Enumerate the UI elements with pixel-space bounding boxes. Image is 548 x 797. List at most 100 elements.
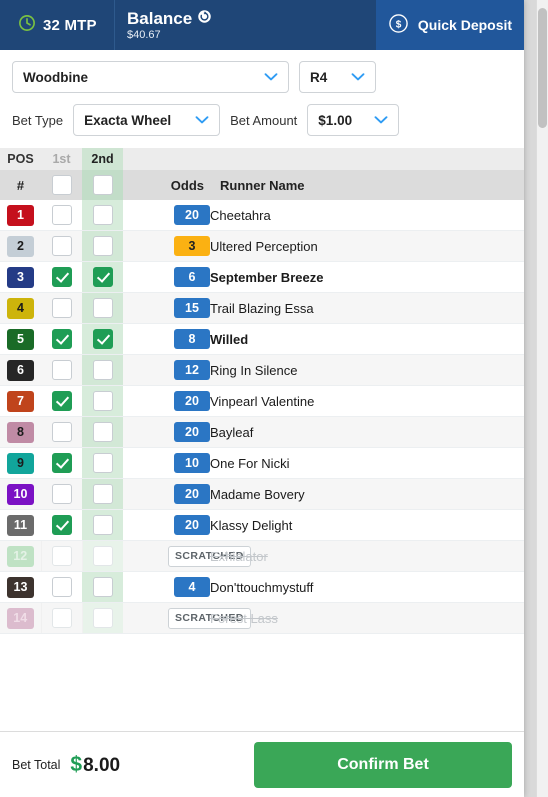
leg2-runner-6-checkbox[interactable] [92,360,113,380]
leg1-runner-6-cell[interactable] [41,354,82,386]
runner-name[interactable]: Exhialator [210,540,524,572]
runner-name[interactable]: Klassy Delight [210,509,524,541]
saddle-cloth-number: 9 [7,452,34,474]
runner-name[interactable]: One For Nicki [210,447,524,479]
runner-name[interactable]: Trail Blazing Essa [210,292,524,324]
mtp-indicator[interactable]: 32 MTP [0,0,115,50]
table-row: 6 12 Ring In Silence [0,354,524,386]
leg2-runner-5-checkbox[interactable] [92,329,113,349]
runner-name[interactable]: Ring In Silence [210,354,524,386]
bet-amount-select[interactable]: $1.00 [307,104,400,136]
leg1-runner-8-checkbox[interactable] [51,422,72,442]
runner-name[interactable]: Don'ttouchmystuff [210,571,524,603]
leg1-runner-7-cell[interactable] [41,385,82,417]
leg1-runner-11-cell[interactable] [41,509,82,541]
leg2-runner-7-cell[interactable] [82,385,123,417]
leg2-runner-9-cell[interactable] [82,447,123,479]
leg1-runner-12-checkbox[interactable] [51,546,72,566]
leg2-runner-8-checkbox[interactable] [92,422,113,442]
leg2-runner-12-checkbox[interactable] [92,546,113,566]
select-all-2nd-checkbox[interactable] [92,175,113,195]
odds-cell: 20 [168,200,210,231]
leg1-runner-12-cell[interactable] [41,540,83,572]
group-header-1st[interactable]: 1st [41,148,82,170]
select-all-1st-checkbox[interactable] [51,175,72,195]
leg1-runner-2-checkbox[interactable] [51,236,72,256]
odds-cell: 12 [168,354,210,386]
leg1-runner-3-checkbox[interactable] [51,267,72,287]
leg2-runner-12-cell[interactable] [82,540,123,572]
leg1-runner-5-checkbox[interactable] [51,329,72,349]
odds-badge: 3 [174,236,210,256]
select-all-2nd-cell[interactable] [82,170,123,200]
leg1-runner-7-checkbox[interactable] [51,391,72,411]
leg2-runner-9-checkbox[interactable] [92,453,113,473]
leg2-runner-2-cell[interactable] [82,230,123,262]
leg2-runner-8-cell[interactable] [82,416,123,448]
leg2-runner-1-cell[interactable] [82,200,123,231]
mtp-label: 32 MTP [43,16,97,34]
odds-badge: 12 [174,360,210,380]
leg2-runner-10-checkbox[interactable] [92,484,113,504]
saddle-cloth-number: 6 [7,359,34,381]
runner-name[interactable]: Madame Bovery [210,478,524,510]
track-select[interactable]: Woodbine [12,61,289,93]
race-select[interactable]: R4 [299,61,376,93]
leg1-runner-14-cell[interactable] [41,602,83,634]
leg1-runner-10-checkbox[interactable] [51,484,72,504]
leg1-runner-1-checkbox[interactable] [51,205,72,225]
runner-name[interactable]: September Breeze [210,261,524,293]
table-row: 2 3 Ultered Perception [0,230,524,262]
leg1-runner-10-cell[interactable] [41,478,82,510]
select-all-1st-cell[interactable] [41,170,82,200]
leg1-runner-13-checkbox[interactable] [51,577,72,597]
leg1-runner-1-cell[interactable] [41,200,82,231]
leg2-runner-10-cell[interactable] [82,478,123,510]
leg1-runner-4-checkbox[interactable] [51,298,72,318]
table-row: 7 20 Vinpearl Valentine [0,385,524,417]
runner-name[interactable]: Vinpearl Valentine [210,385,524,417]
leg1-runner-13-cell[interactable] [41,571,82,603]
leg1-runner-14-checkbox[interactable] [51,608,72,628]
leg1-runner-5-cell[interactable] [41,323,82,355]
row-gap [123,261,168,293]
group-header-2nd[interactable]: 2nd [82,148,123,170]
odds-cell: 15 [168,292,210,324]
bet-type-select[interactable]: Exacta Wheel [73,104,221,136]
leg2-runner-11-cell[interactable] [82,509,123,541]
leg2-runner-2-checkbox[interactable] [92,236,113,256]
confirm-bet-button[interactable]: Confirm Bet [254,741,512,788]
runner-name[interactable]: Forest Lass [210,602,524,634]
page-scrollbar[interactable] [536,0,548,797]
leg1-runner-4-cell[interactable] [41,292,82,324]
leg1-runner-3-cell[interactable] [41,261,82,293]
leg2-runner-6-cell[interactable] [82,354,123,386]
leg1-runner-9-checkbox[interactable] [51,453,72,473]
chevron-down-icon [195,113,209,128]
leg1-runner-11-checkbox[interactable] [51,515,72,535]
runner-name[interactable]: Willed [210,323,524,355]
leg2-runner-7-checkbox[interactable] [92,391,113,411]
leg2-runner-3-checkbox[interactable] [92,267,113,287]
leg2-runner-4-cell[interactable] [82,292,123,324]
leg2-runner-1-checkbox[interactable] [92,205,113,225]
leg2-runner-14-checkbox[interactable] [92,608,113,628]
refresh-icon[interactable] [197,9,212,28]
leg2-runner-3-cell[interactable] [82,261,123,293]
leg1-runner-6-checkbox[interactable] [51,360,72,380]
leg2-runner-13-checkbox[interactable] [92,577,113,597]
svg-text:$: $ [396,19,402,30]
leg1-runner-9-cell[interactable] [41,447,82,479]
page-scrollbar-thumb[interactable] [538,8,547,128]
leg2-runner-4-checkbox[interactable] [92,298,113,318]
leg2-runner-11-checkbox[interactable] [92,515,113,535]
leg2-runner-5-cell[interactable] [82,323,123,355]
leg2-runner-13-cell[interactable] [82,571,123,603]
runner-name[interactable]: Bayleaf [210,416,524,448]
runner-name[interactable]: Cheetahra [210,200,524,231]
leg2-runner-14-cell[interactable] [82,602,123,634]
leg1-runner-8-cell[interactable] [41,416,82,448]
quick-deposit-button[interactable]: $ Quick Deposit [376,0,524,50]
runner-name[interactable]: Ultered Perception [210,230,524,262]
leg1-runner-2-cell[interactable] [41,230,82,262]
